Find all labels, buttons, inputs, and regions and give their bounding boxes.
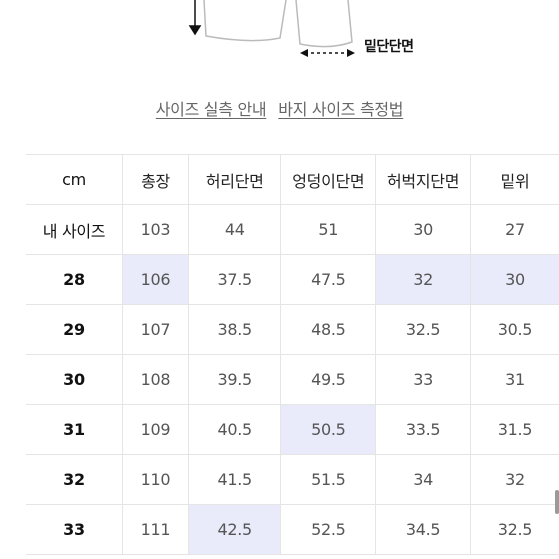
arrow-icon <box>188 0 202 36</box>
table-cell: 30.5 <box>469 304 559 355</box>
table-cell-highlighted: 106 <box>121 254 189 305</box>
table-cell-highlighted: 32 <box>375 254 471 305</box>
table-row: 33 111 42.5 52.5 34.5 32.5 <box>26 504 559 555</box>
hem-measure-icon <box>300 49 355 57</box>
pants-illustration <box>188 0 355 57</box>
row-label: 28 <box>26 254 123 305</box>
table-cell-highlighted: 30 <box>469 254 559 305</box>
row-label: 30 <box>26 354 123 405</box>
table-cell: 109 <box>121 404 189 455</box>
column-header: 허벅지단면 <box>375 154 471 205</box>
table-cell: 52.5 <box>280 504 376 555</box>
row-label: 31 <box>26 404 123 455</box>
table-cell: 33.5 <box>375 404 471 455</box>
table-cell: 111 <box>121 504 189 555</box>
measure-guide-link[interactable]: 사이즈 실측 안내 <box>156 100 267 119</box>
table-row: 32 110 41.5 51.5 34 32 <box>26 454 559 505</box>
table-cell: 48.5 <box>280 304 376 355</box>
table-cell: 37.5 <box>188 254 281 305</box>
table-cell: 27 <box>469 204 559 255</box>
table-header-row: cm 총장 허리단면 엉덩이단면 허벅지단면 밑위 <box>26 154 559 205</box>
column-header: 허리단면 <box>188 154 281 205</box>
pants-measure-link[interactable]: 바지 사이즈 측정법 <box>278 100 403 119</box>
table-row: 내 사이즈 103 44 51 30 27 <box>26 204 559 255</box>
size-table: cm 총장 허리단면 엉덩이단면 허벅지단면 밑위 내 사이즈 103 44 5… <box>26 154 559 555</box>
table-cell: 39.5 <box>188 354 281 405</box>
table-cell: 44 <box>188 204 281 255</box>
table-cell: 51 <box>280 204 376 255</box>
row-label: 32 <box>26 454 123 505</box>
table-cell: 30 <box>375 204 471 255</box>
row-label: 33 <box>26 504 123 555</box>
size-guide-links: 사이즈 실측 안내 바지 사이즈 측정법 <box>0 96 559 120</box>
table-row: 30 108 39.5 49.5 33 31 <box>26 354 559 405</box>
pants-outline <box>203 0 287 42</box>
scrollbar-thumb[interactable] <box>555 490 559 514</box>
table-cell: 108 <box>121 354 189 405</box>
column-header: 밑위 <box>469 154 559 205</box>
pants-leg-right <box>295 0 353 48</box>
table-cell: 107 <box>121 304 189 355</box>
table-cell: 34 <box>375 454 471 505</box>
table-cell-highlighted: 42.5 <box>188 504 281 555</box>
table-cell: 32 <box>469 454 559 505</box>
row-label: 29 <box>26 304 123 355</box>
table-cell: 33 <box>375 354 471 405</box>
table-cell: 51.5 <box>280 454 376 505</box>
table-cell: 32.5 <box>469 504 559 555</box>
table-cell: 103 <box>121 204 189 255</box>
table-cell: 31.5 <box>469 404 559 455</box>
hem-label: 밑단단면 <box>364 39 414 55</box>
table-cell: 41.5 <box>188 454 281 505</box>
table-cell: 47.5 <box>280 254 376 305</box>
column-header: 엉덩이단면 <box>280 154 376 205</box>
row-label-my-size: 내 사이즈 <box>26 204 123 255</box>
table-cell: 110 <box>121 454 189 505</box>
table-cell: 31 <box>469 354 559 405</box>
table-row: 29 107 38.5 48.5 32.5 30.5 <box>26 304 559 355</box>
table-cell: 40.5 <box>188 404 281 455</box>
table-row: 31 109 40.5 50.5 33.5 31.5 <box>26 404 559 455</box>
table-cell: 32.5 <box>375 304 471 355</box>
table-cell-highlighted: 50.5 <box>280 404 376 455</box>
table-cell: 34.5 <box>375 504 471 555</box>
table-cell: 49.5 <box>280 354 376 405</box>
column-header: 총장 <box>121 154 189 205</box>
column-header: cm <box>26 154 123 205</box>
table-cell: 38.5 <box>188 304 281 355</box>
table-row: 28 106 37.5 47.5 32 30 <box>26 254 559 305</box>
